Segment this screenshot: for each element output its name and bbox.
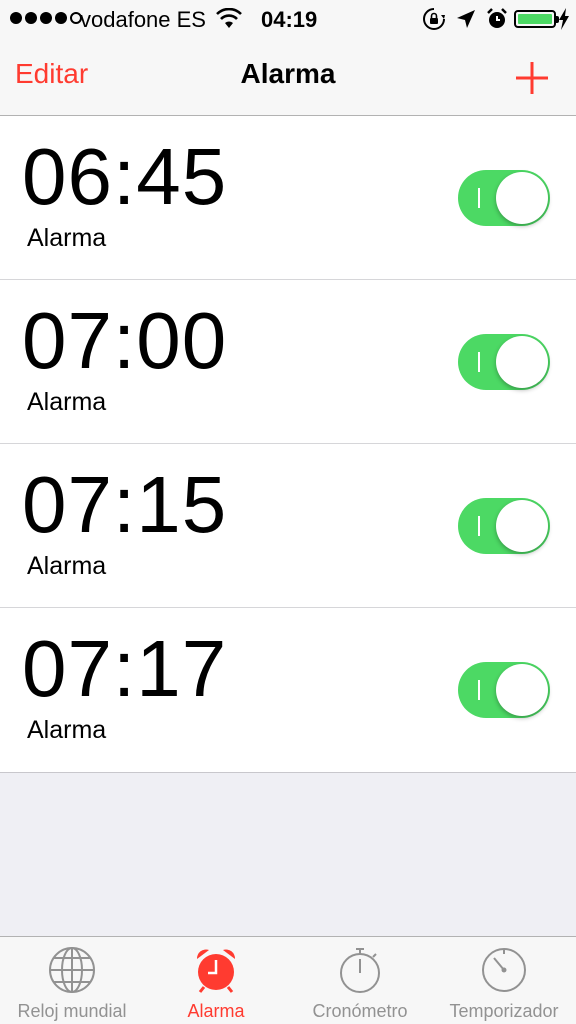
alarm-toggle[interactable]	[458, 498, 550, 554]
charging-bolt-icon	[559, 8, 569, 30]
tab-label: Reloj mundial	[17, 1001, 127, 1021]
alarm-label: Alarma	[27, 388, 107, 416]
tab-timer[interactable]: Temporizador	[432, 937, 576, 1024]
globe-icon	[49, 947, 95, 993]
tab-world-clock[interactable]: Reloj mundial	[0, 937, 144, 1024]
location-arrow-icon	[457, 10, 475, 28]
alarm-list: 06:45 Alarma 07:00 Alarma 07:15 Alarma 0…	[0, 116, 576, 773]
alarm-row[interactable]: 07:00 Alarma	[0, 280, 576, 444]
page-title: Alarma	[240, 58, 336, 89]
toggle-knob	[496, 336, 548, 388]
toggle-on-mark	[478, 680, 480, 700]
toggle-knob	[496, 500, 548, 552]
alarm-label: Alarma	[27, 716, 107, 744]
alarm-row[interactable]: 07:15 Alarma	[0, 444, 576, 608]
navigation-bar: Editar Alarma	[0, 40, 576, 116]
tab-label: Temporizador	[449, 1001, 559, 1021]
alarm-row[interactable]: 06:45 Alarma	[0, 116, 576, 280]
alarm-toggle[interactable]	[458, 662, 550, 718]
signal-dot	[25, 12, 37, 24]
alarm-toggle[interactable]	[458, 170, 550, 226]
toggle-knob	[496, 172, 548, 224]
alarm-label: Alarma	[27, 552, 107, 580]
battery-level	[518, 14, 552, 24]
toggle-on-mark	[478, 352, 480, 372]
toggle-knob	[496, 664, 548, 716]
tab-label: Alarma	[187, 1001, 245, 1021]
timer-icon	[482, 948, 526, 992]
tab-stopwatch[interactable]: Cronómetro	[288, 937, 432, 1024]
alarm-clock-icon	[196, 949, 236, 993]
tab-alarm[interactable]: Alarma	[144, 937, 288, 1024]
toggle-on-mark	[478, 188, 480, 208]
signal-dot	[40, 12, 52, 24]
alarm-toggle[interactable]	[458, 334, 550, 390]
wifi-icon	[216, 8, 242, 28]
tab-bar: Reloj mundial Alarma Cronómetro Temporiz…	[0, 936, 576, 1024]
tab-label: Cronómetro	[312, 1001, 408, 1021]
battery-icon	[514, 10, 559, 28]
plus-icon[interactable]	[514, 60, 550, 96]
alarm-label: Alarma	[27, 224, 107, 252]
signal-strength-icon	[10, 12, 82, 24]
alarm-time: 07:17	[22, 624, 228, 713]
alarm-time: 07:00	[22, 296, 228, 385]
rotation-lock-icon	[423, 8, 445, 30]
status-icons	[422, 7, 508, 31]
carrier-name: vodafone ES	[80, 7, 206, 32]
stopwatch-icon	[340, 948, 380, 993]
alarm-row[interactable]: 07:17 Alarma	[0, 608, 576, 772]
signal-dot	[55, 12, 67, 24]
alarm-time: 06:45	[22, 132, 228, 221]
alarm-clock-icon	[487, 8, 507, 28]
alarm-time: 07:15	[22, 460, 228, 549]
toggle-on-mark	[478, 516, 480, 536]
status-bar: vodafone ES 04:19	[0, 0, 576, 40]
signal-dot	[10, 12, 22, 24]
status-time: 04:19	[261, 7, 318, 32]
